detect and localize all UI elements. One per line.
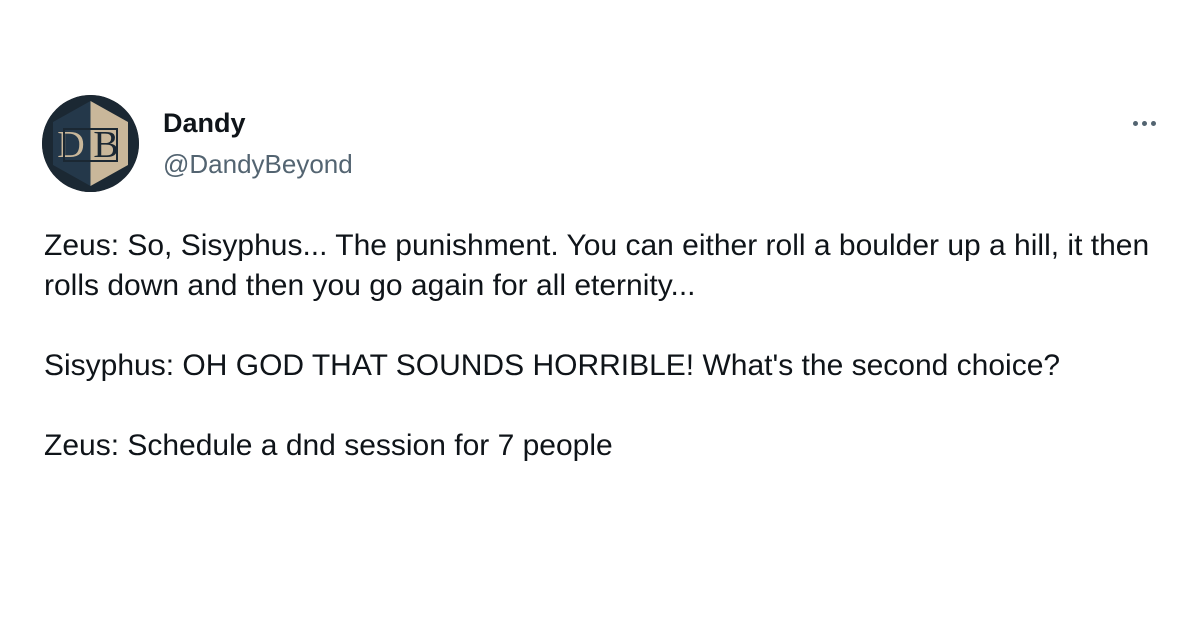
svg-text:D: D bbox=[57, 124, 84, 166]
display-name[interactable]: Dandy bbox=[163, 107, 353, 139]
dnd-beyond-logo-icon: D B bbox=[42, 95, 139, 192]
tweet-paragraph: Sisyphus: OH GOD THAT SOUNDS HORRIBLE! W… bbox=[44, 349, 1061, 382]
more-options-button[interactable] bbox=[1122, 108, 1166, 138]
user-handle[interactable]: @DandyBeyond bbox=[163, 148, 353, 180]
ellipsis-icon bbox=[1150, 120, 1156, 126]
tweet-paragraph: Zeus: Schedule a dnd session for 7 peopl… bbox=[44, 429, 613, 462]
avatar[interactable]: D B bbox=[42, 95, 139, 192]
tweet-paragraph: Zeus: So, Sisyphus... The punishment. Yo… bbox=[44, 229, 1150, 302]
tweet-text: Zeus: So, Sisyphus... The punishment. Yo… bbox=[44, 226, 1164, 506]
ellipsis-icon bbox=[1132, 120, 1138, 126]
author-block: Dandy @DandyBeyond bbox=[163, 107, 353, 180]
ellipsis-icon bbox=[1141, 120, 1147, 126]
svg-text:B: B bbox=[93, 124, 118, 166]
tweet-card[interactable]: D B Dandy @DandyBeyond Zeus: So, Sisyphu… bbox=[0, 0, 1200, 630]
